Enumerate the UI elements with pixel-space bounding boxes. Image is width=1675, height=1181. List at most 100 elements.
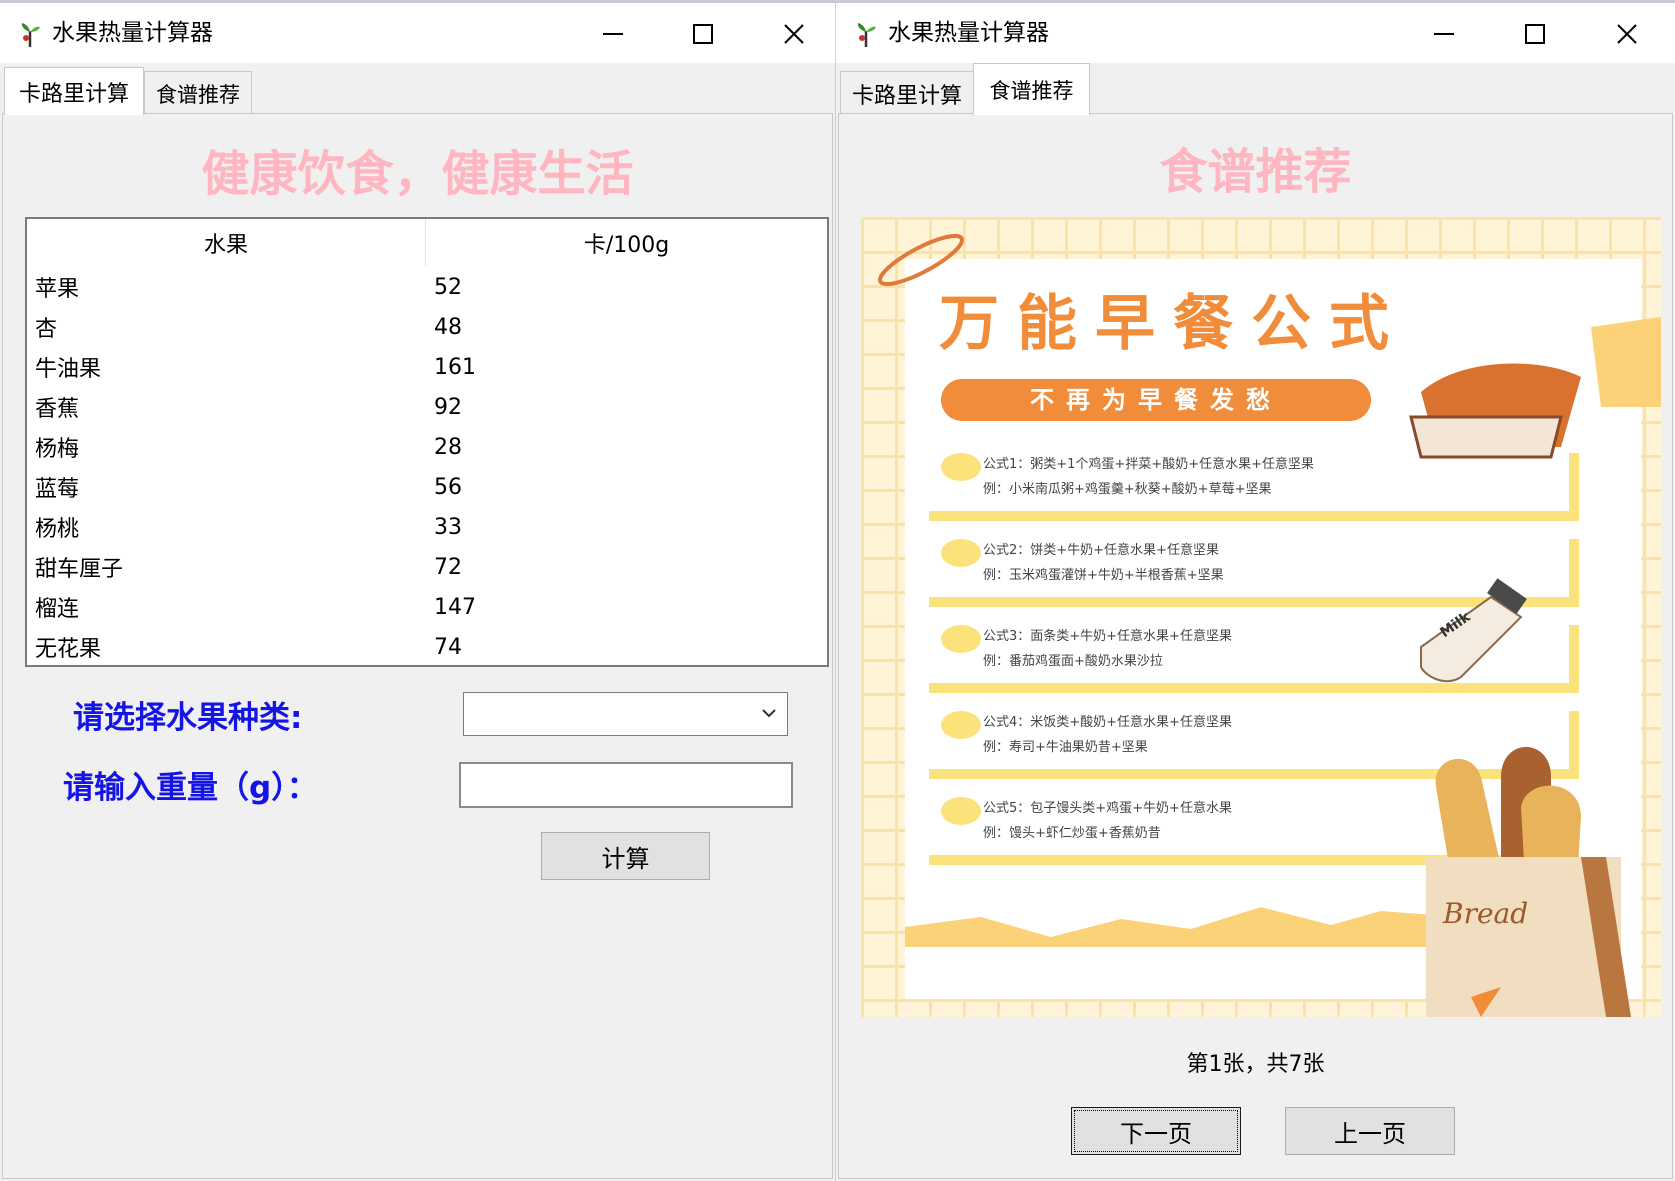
calorie-cell: 28 xyxy=(434,434,462,460)
table-row[interactable]: 杨桃 33 xyxy=(27,507,827,547)
calorie-cell: 56 xyxy=(434,474,462,500)
column-header-calories[interactable]: 卡/100g xyxy=(426,219,827,266)
fruit-name-cell: 杏 xyxy=(35,317,58,342)
formula-line: 公式1：粥类+1个鸡蛋+拌菜+酸奶+任意水果+任意坚果 例：小米南瓜粥+鸡蛋羹+… xyxy=(983,453,1314,497)
formula-example: 例：寿司+牛油果奶昔+坚果 xyxy=(983,740,1148,755)
fruit-name-cell: 苹果 xyxy=(35,277,80,302)
app-icon xyxy=(857,23,876,47)
close-button[interactable] xyxy=(759,11,829,57)
table-row[interactable]: 杏 48 xyxy=(27,307,827,347)
tab-recipe[interactable]: 食谱推荐 xyxy=(144,71,252,115)
calorie-cell: 52 xyxy=(434,274,462,300)
tab-label: 卡路里计算 xyxy=(18,81,129,107)
minimize-icon xyxy=(1434,33,1454,35)
tab-strip: 卡路里计算 食谱推荐 xyxy=(836,63,1675,117)
window-title: 水果热量计算器 xyxy=(888,20,1049,46)
close-icon xyxy=(1617,24,1637,44)
formula-text: 公式4：米饭类+酸奶+任意水果+任意坚果 xyxy=(983,715,1232,730)
calculate-button[interactable]: 计算 xyxy=(541,832,710,880)
tab-calorie[interactable]: 卡路里计算 xyxy=(4,67,144,115)
tab-label: 食谱推荐 xyxy=(156,82,240,107)
title-bar[interactable]: 水果热量计算器 xyxy=(836,3,1675,63)
fruit-name-cell: 榴连 xyxy=(35,597,80,622)
formula-text: 公式3：面条类+牛奶+任意水果+任意坚果 xyxy=(983,629,1232,644)
chevron-down-icon xyxy=(762,709,776,718)
formula-text: 公式2：饼类+牛奶+任意水果+任意坚果 xyxy=(983,543,1219,558)
table-row[interactable]: 苹果 52 xyxy=(27,267,827,307)
app-icon xyxy=(21,23,40,47)
table-row[interactable]: 榴连 147 xyxy=(27,587,827,627)
fruit-name-cell: 杨桃 xyxy=(35,517,80,542)
fruit-type-label: 请选择水果种类: xyxy=(73,700,303,736)
calculator-window: 水果热量计算器 卡路里计算 食谱推荐 健康饮食，健康生活 水果 卡/100g 苹… xyxy=(0,0,836,1181)
fruit-name-cell: 无花果 xyxy=(35,637,102,662)
calorie-cell: 33 xyxy=(434,514,462,540)
formula-line: 公式4：米饭类+酸奶+任意水果+任意坚果 例：寿司+牛油果奶昔+坚果 xyxy=(983,711,1232,755)
minimize-icon xyxy=(603,33,623,35)
title-bar[interactable]: 水果热量计算器 xyxy=(0,3,835,63)
formula-line: 公式2：饼类+牛奶+任意水果+任意坚果 例：玉米鸡蛋灌饼+牛奶+半根香蕉+坚果 xyxy=(983,539,1224,583)
table-row[interactable]: 无花果 74 xyxy=(27,627,827,665)
tab-calorie[interactable]: 卡路里计算 xyxy=(840,71,974,115)
calculate-button-label: 计算 xyxy=(601,844,650,873)
calorie-panel: 健康饮食，健康生活 水果 卡/100g 苹果 52 杏 48 牛油果 161 香蕉 92… xyxy=(2,113,833,1179)
poster-subtitle: 不再为早餐发愁 xyxy=(1030,386,1282,414)
weight-input[interactable] xyxy=(459,762,793,808)
fruit-name-cell: 牛油果 xyxy=(35,357,102,382)
prev-page-label: 上一页 xyxy=(1334,1119,1406,1148)
tab-label: 卡路里计算 xyxy=(851,83,962,109)
next-page-label: 下一页 xyxy=(1120,1119,1192,1148)
formula-line: 公式3：面条类+牛奶+任意水果+任意坚果 例：番茄鸡蛋面+酸奶水果沙拉 xyxy=(983,625,1232,669)
maximize-icon xyxy=(693,24,713,44)
calorie-cell: 74 xyxy=(434,634,462,660)
table-row[interactable]: 甜车厘子 72 xyxy=(27,547,827,587)
calorie-cell: 72 xyxy=(434,554,462,580)
tab-recipe[interactable]: 食谱推荐 xyxy=(973,63,1090,115)
weight-label: 请输入重量（g）： xyxy=(63,770,318,806)
recipe-window: 水果热量计算器 卡路里计算 食谱推荐 食谱推荐 万能早餐公式 不再为早餐发愁 公… xyxy=(836,0,1675,1181)
table-row[interactable]: 蓝莓 56 xyxy=(27,467,827,507)
recipe-poster-image: 万能早餐公式 不再为早餐发愁 公式1：粥类+1个鸡蛋+拌菜+酸奶+任意水果+任意… xyxy=(861,217,1661,1017)
close-button[interactable] xyxy=(1592,11,1662,57)
window-title: 水果热量计算器 xyxy=(52,20,213,46)
formula-example: 例：小米南瓜粥+鸡蛋羹+秋葵+酸奶+草莓+坚果 xyxy=(983,482,1272,497)
calorie-cell: 48 xyxy=(434,314,462,340)
formula-text: 公式5：包子馒头类+鸡蛋+牛奶+任意水果 xyxy=(983,801,1232,816)
calorie-cell: 92 xyxy=(434,394,462,420)
fruit-calorie-table[interactable]: 水果 卡/100g 苹果 52 杏 48 牛油果 161 香蕉 92 杨梅 28 蓝莓 56… xyxy=(25,217,829,667)
calorie-cell: 161 xyxy=(434,354,476,380)
fruit-name-cell: 甜车厘子 xyxy=(35,557,124,582)
page-headline: 食谱推荐 xyxy=(1159,144,1352,200)
formula-example: 例：馒头+虾仁炒蛋+香蕉奶昔 xyxy=(983,826,1161,841)
maximize-button[interactable] xyxy=(668,11,738,57)
calorie-cell: 147 xyxy=(434,594,476,620)
next-page-button[interactable]: 下一页 xyxy=(1071,1107,1241,1155)
bread-label: Bread xyxy=(1443,897,1529,930)
table-row[interactable]: 香蕉 92 xyxy=(27,387,827,427)
minimize-button[interactable] xyxy=(1409,11,1479,57)
tab-label: 食谱推荐 xyxy=(989,78,1074,103)
page-headline: 健康饮食，健康生活 xyxy=(201,146,634,202)
fruit-name-cell: 蓝莓 xyxy=(35,477,80,502)
minimize-button[interactable] xyxy=(578,11,648,57)
table-row[interactable]: 牛油果 161 xyxy=(27,347,827,387)
table-header: 水果 卡/100g xyxy=(27,219,827,266)
fruit-name-cell: 香蕉 xyxy=(35,397,80,422)
table-body: 苹果 52 杏 48 牛油果 161 香蕉 92 杨梅 28 蓝莓 56 杨桃 33 甜车厘子… xyxy=(27,267,827,665)
formula-example: 例：玉米鸡蛋灌饼+牛奶+半根香蕉+坚果 xyxy=(983,568,1224,583)
close-icon xyxy=(784,24,804,44)
recipe-panel: 食谱推荐 万能早餐公式 不再为早餐发愁 公式1：粥类+1个鸡蛋+拌菜+酸奶+任意… xyxy=(838,113,1673,1179)
page-indicator: 第1张，共7张 xyxy=(1186,1052,1325,1077)
poster-title: 万能早餐公式 xyxy=(939,289,1407,359)
formula-line: 公式5：包子馒头类+鸡蛋+牛奶+任意水果 例：馒头+虾仁炒蛋+香蕉奶昔 xyxy=(983,797,1232,841)
tab-strip: 卡路里计算 食谱推荐 xyxy=(0,63,835,117)
prev-page-button[interactable]: 上一页 xyxy=(1285,1107,1455,1155)
maximize-icon xyxy=(1525,24,1545,44)
maximize-button[interactable] xyxy=(1500,11,1570,57)
formula-example: 例：番茄鸡蛋面+酸奶水果沙拉 xyxy=(983,654,1163,669)
formula-text: 公式1：粥类+1个鸡蛋+拌菜+酸奶+任意水果+任意坚果 xyxy=(983,457,1315,472)
fruit-type-dropdown[interactable] xyxy=(463,692,788,736)
table-row[interactable]: 杨梅 28 xyxy=(27,427,827,467)
column-header-fruit[interactable]: 水果 xyxy=(27,219,426,266)
fruit-name-cell: 杨梅 xyxy=(35,437,80,462)
